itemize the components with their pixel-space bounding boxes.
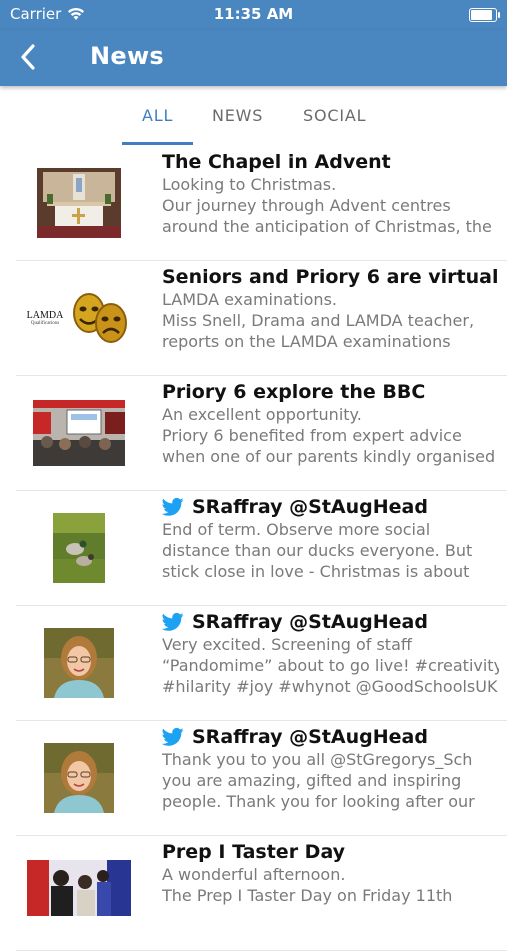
theatre-masks-icon	[73, 293, 128, 343]
feed-item-title: Priory 6 explore the BBC	[162, 381, 426, 403]
portrait-thumbnail	[44, 743, 114, 813]
feed-item-thumbnail	[18, 393, 140, 473]
feed-item-excerpt: distance than our ducks everyone. But	[162, 541, 473, 560]
feed-item[interactable]: SRaffray @StAugHead Thank you to you all …	[0, 721, 507, 836]
feed-item-thumbnail	[18, 163, 140, 243]
feed-item-subtitle: A wonderful afternoon.	[162, 865, 346, 884]
feed-item-subtitle: Very excited. Screening of staff	[162, 635, 412, 654]
feed-item-title: SRaffray @StAugHead	[192, 496, 428, 518]
feed-item-excerpt: Miss Snell, Drama and LAMDA teacher,	[162, 311, 475, 330]
feed-item-subtitle: End of term. Observe more social	[162, 520, 431, 539]
twitter-bird-icon	[162, 727, 184, 746]
news-feed: The Chapel in Advent Looking to Christmas…	[0, 146, 507, 951]
twitter-bird-icon	[162, 612, 184, 631]
lamda-logo-subtext: Qualifications	[30, 321, 60, 326]
tab-news[interactable]: NEWS	[212, 106, 263, 125]
feed-item-excerpt: The Prep I Taster Day on Friday 11th	[162, 886, 453, 905]
feed-item-excerpt: around the anticipation of Christmas, th…	[162, 217, 492, 236]
feed-item-text: SRaffray @StAugHead End of term. Observe …	[162, 495, 499, 582]
feed-item-text: Priory 6 explore the BBC An excellent opp…	[162, 380, 499, 467]
feed-item[interactable]: Prep I Taster Day A wonderful afternoon. T…	[0, 836, 507, 951]
feed-item-excerpt: you are amazing, gifted and inspiring	[162, 771, 462, 790]
feed-item[interactable]: The Chapel in Advent Looking to Christmas…	[0, 146, 507, 261]
lamda-thumbnail: LAMDA Qualifications	[18, 291, 140, 345]
feed-item-thumbnail	[18, 508, 140, 588]
active-tab-indicator	[122, 142, 193, 145]
lamda-logo-text: LAMDA	[26, 310, 64, 321]
back-button[interactable]	[14, 42, 44, 72]
twitter-bird-icon	[162, 497, 184, 516]
feed-item-excerpt: Our journey through Advent centres	[162, 196, 451, 215]
feed-item-text: SRaffray @StAugHead Thank you to you all …	[162, 725, 499, 812]
classroom-thumbnail	[33, 400, 125, 466]
feed-item[interactable]: SRaffray @StAugHead End of term. Observe …	[0, 491, 507, 606]
battery-icon	[469, 8, 500, 22]
chapel-thumbnail	[37, 168, 121, 238]
feed-item-excerpt: Priory 6 benefited from expert advice	[162, 426, 462, 445]
feed-item-excerpt: when one of our parents kindly organised	[162, 447, 496, 466]
tab-all[interactable]: ALL	[142, 106, 173, 125]
taster-day-thumbnail	[27, 860, 131, 916]
feed-item-excerpt: people. Thank you for looking after our	[162, 792, 475, 811]
feed-item-excerpt: reports on the LAMDA examinations	[162, 332, 451, 351]
feed-item-title-row: Prep I Taster Day	[162, 840, 499, 864]
feed-item-excerpt: #hilarity #joy #whynot @GoodSchoolsUK	[162, 677, 498, 696]
status-bar: Carrier 11:35 AM	[0, 0, 507, 30]
feed-item[interactable]: LAMDA Qualifications Seniors and Priory …	[0, 261, 507, 376]
feed-item[interactable]: Priory 6 explore the BBC An excellent opp…	[0, 376, 507, 491]
feed-item-thumbnail	[18, 623, 140, 703]
page-title: News	[90, 42, 165, 70]
chevron-left-icon	[21, 44, 35, 70]
feed-item-subtitle: Thank you to you all @StGregorys_Sch	[162, 750, 473, 769]
feed-item-title-row: The Chapel in Advent	[162, 150, 499, 174]
feed-item-title: SRaffray @StAugHead	[192, 611, 428, 633]
feed-item-subtitle: LAMDA examinations.	[162, 290, 337, 309]
feed-item-title: The Chapel in Advent	[162, 151, 391, 173]
feed-item-thumbnail	[18, 738, 140, 818]
portrait-thumbnail	[44, 628, 114, 698]
feed-item-title-row: SRaffray @StAugHead	[162, 610, 499, 634]
feed-item-text: Seniors and Priory 6 are virtually LAMDA …	[162, 265, 499, 352]
feed-item-title-row: SRaffray @StAugHead	[162, 495, 499, 519]
navigation-bar: News	[0, 30, 507, 86]
tab-social[interactable]: SOCIAL	[303, 106, 366, 125]
clock: 11:35 AM	[213, 5, 294, 23]
feed-item-title-row: SRaffray @StAugHead	[162, 725, 499, 749]
feed-item-title-row: Seniors and Priory 6 are virtually	[162, 265, 499, 289]
feed-item-excerpt: stick close in love - Christmas is about	[162, 562, 470, 581]
feed-item[interactable]: SRaffray @StAugHead Very excited. Screeni…	[0, 606, 507, 721]
feed-item-title: SRaffray @StAugHead	[192, 726, 428, 748]
feed-item-subtitle: Looking to Christmas.	[162, 175, 337, 194]
tab-bar: ALL NEWS SOCIAL	[0, 90, 507, 146]
feed-item-title: Seniors and Priory 6 are virtually	[162, 266, 499, 288]
ducks-thumbnail	[53, 513, 105, 583]
feed-item-thumbnail	[18, 848, 140, 928]
feed-item-subtitle: An excellent opportunity.	[162, 405, 362, 424]
feed-item-text: Prep I Taster Day A wonderful afternoon. T…	[162, 840, 499, 906]
feed-item-text: The Chapel in Advent Looking to Christmas…	[162, 150, 499, 237]
feed-item-text: SRaffray @StAugHead Very excited. Screeni…	[162, 610, 499, 697]
feed-item-title-row: Priory 6 explore the BBC	[162, 380, 499, 404]
feed-item-title: Prep I Taster Day	[162, 841, 346, 863]
feed-item-thumbnail: LAMDA Qualifications	[18, 278, 140, 358]
feed-item-excerpt: “Pandomime” about to go live! #creativit…	[162, 656, 499, 675]
